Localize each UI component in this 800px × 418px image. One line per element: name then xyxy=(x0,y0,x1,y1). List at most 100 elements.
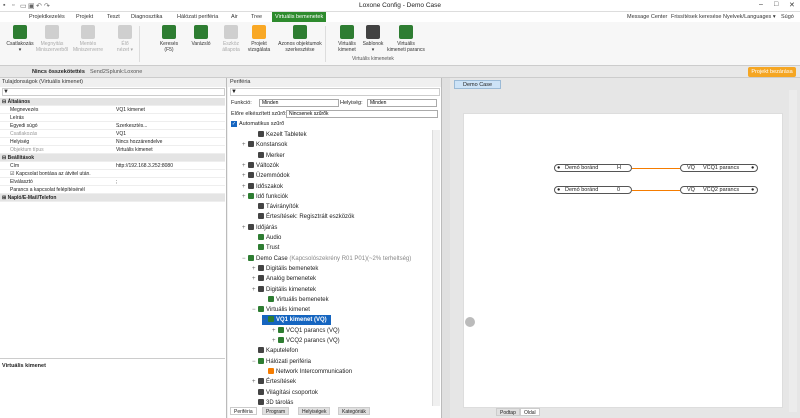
property-row[interactable]: Cím http://192.168.3.252:8080 xyxy=(0,162,225,170)
tree-item[interactable]: Világítási csoportok xyxy=(252,388,318,398)
tab-projektkezeles[interactable]: Projektkezelés xyxy=(26,12,68,22)
ribbon-tabs: Projektkezelés Projekt Teszt Diagnosztik… xyxy=(0,12,800,22)
canvas-marker[interactable] xyxy=(465,317,475,327)
language-menu[interactable]: Nyelvek/Languages ▾ xyxy=(720,12,779,22)
tree-item[interactable]: + Változók xyxy=(242,161,279,171)
input-block[interactable]: ● Demó boránd H xyxy=(554,164,632,172)
tree-item-label: Audio xyxy=(266,235,282,241)
tree-item[interactable]: + Üzemmódok xyxy=(242,171,290,181)
tree-item[interactable]: − Virtuális kimenet xyxy=(252,305,310,315)
property-section[interactable]: ⊞ Napló/E-Mail/Telefon xyxy=(0,194,225,202)
updates-link[interactable]: Frissítések keresése xyxy=(668,12,724,22)
property-row[interactable]: Leírás xyxy=(0,114,225,122)
tree-scrollbar[interactable] xyxy=(432,130,440,406)
tree-item[interactable]: + Analóg bemenetek xyxy=(252,274,316,284)
ribbon-button-sublabel: kimeneti parancs xyxy=(387,47,425,53)
tab-teszt[interactable]: Teszt xyxy=(104,12,123,22)
tree-item[interactable]: Távirányítók xyxy=(252,202,299,212)
property-row[interactable]: Elválasztó; xyxy=(0,178,225,186)
property-section[interactable]: ⊟ Beállítások xyxy=(0,154,225,162)
program-page-tab[interactable]: Podtap xyxy=(496,408,520,416)
input-block[interactable]: ● Demó boránd 0 xyxy=(554,186,632,194)
tree-node-icon xyxy=(258,378,264,385)
maximize-icon[interactable]: □ xyxy=(774,1,778,8)
tree-item[interactable]: + Időszakok xyxy=(242,182,283,192)
tree-item[interactable]: + Digitális kimenetek xyxy=(252,285,316,295)
tree-item[interactable]: Kezelt Tabletek xyxy=(252,130,307,140)
splitter[interactable] xyxy=(442,78,450,418)
program-scrollbar[interactable] xyxy=(789,90,797,412)
minimize-icon[interactable]: – xyxy=(759,1,763,8)
tree-item[interactable]: Trust xyxy=(252,243,279,253)
tab-virtualis-bemenetek[interactable]: Virtuális bemenetek xyxy=(272,12,327,22)
funkcio-select[interactable] xyxy=(259,99,339,107)
property-key: Csatlakozás xyxy=(10,131,38,137)
bottom-tab[interactable]: Helyiségek xyxy=(298,407,331,415)
output-block[interactable]: VQ VCQ2 parancs ● xyxy=(680,186,758,194)
tree-item[interactable]: + Időjárás xyxy=(242,223,277,233)
property-row[interactable]: Helyiség Nincs hozzárendelve xyxy=(0,138,225,146)
helyiseg-label: Helyiség: xyxy=(340,100,363,106)
divider xyxy=(0,358,225,359)
property-row[interactable]: Megnevezés VQ1 kimenet xyxy=(0,106,225,114)
tree-item[interactable]: + VCQ2 parancs (VQ) xyxy=(272,336,340,346)
property-row[interactable]: Parancs a kapcsolat felépítésénél xyxy=(0,186,225,194)
tree-item[interactable]: Audio xyxy=(252,233,281,243)
help-menu[interactable]: Súgó xyxy=(778,12,797,22)
ribbon-button[interactable]: Mentés Miniszerverre xyxy=(71,24,105,62)
program-tab[interactable]: Demo Case xyxy=(454,80,502,89)
block-type: VQ xyxy=(687,165,695,171)
tab-tree[interactable]: Tree xyxy=(248,12,265,22)
helyiseg-select[interactable] xyxy=(367,99,437,107)
ribbon-button[interactable]: Varázsló xyxy=(184,24,218,62)
tab-air[interactable]: Air xyxy=(228,12,241,22)
close-project-button[interactable]: Projekt bezárása xyxy=(748,67,796,77)
prefilter-select[interactable] xyxy=(286,110,438,118)
program-canvas[interactable]: ● Demó boránd H VQ VCQ1 parancs ● ● Demó boránd… xyxy=(463,113,783,408)
property-value: VQ1 xyxy=(116,131,127,137)
program-page-tab[interactable]: Oldal xyxy=(520,408,540,416)
ribbon-button[interactable]: Megnyitás Miniszerverből xyxy=(35,24,69,62)
bottom-tab[interactable]: Periféria xyxy=(230,407,257,415)
project-link[interactable]: Send2Splunk:Loxone xyxy=(90,69,142,75)
tree-item[interactable]: − Hálózati periféria xyxy=(252,357,311,367)
ribbon-button[interactable]: Projekt vizsgálata xyxy=(242,24,276,62)
tree-node-icon xyxy=(268,367,274,374)
tree-item[interactable]: Kaputelefon xyxy=(252,346,298,356)
periphery-filter[interactable]: ▼ xyxy=(230,88,440,96)
tree-item[interactable]: + Értesítések xyxy=(252,377,296,387)
output-block[interactable]: VQ VCQ1 parancs ● xyxy=(680,164,758,172)
bottom-tab[interactable]: Program xyxy=(262,407,290,415)
ribbon-button[interactable]: Keresés (F5) xyxy=(152,24,186,62)
auto-filter-checkbox[interactable]: ✓ xyxy=(231,121,237,127)
ribbon-button-sublabel: nézet ▾ xyxy=(116,47,134,53)
tree-item-label: Értesítések xyxy=(266,379,297,386)
message-center-link[interactable]: Message Center xyxy=(624,12,670,22)
tree-item[interactable]: − VQ1 kimenet (VQ) xyxy=(262,315,331,326)
properties-filter[interactable]: ▼ xyxy=(2,88,225,96)
property-row[interactable]: ☑ Kapcsolat bontása az átvitel után. xyxy=(0,170,225,178)
ribbon-button[interactable]: Élő nézet ▾ xyxy=(108,24,142,62)
tree-item[interactable]: + VCQ1 parancs (VQ) xyxy=(272,326,340,336)
bottom-tab[interactable]: Kategóriák xyxy=(338,407,370,415)
tab-halozati-periferia[interactable]: Hálózati periféria xyxy=(174,12,221,22)
property-row[interactable]: Egyedi súgó Szerkesztés... xyxy=(0,122,225,130)
tree-item[interactable]: − Demo Case (Kapcsolószekrény R01 P01)(~2… xyxy=(242,254,411,264)
ribbon-button[interactable]: Azonos objektumok szerkesztése xyxy=(274,24,326,62)
tree-node-icon xyxy=(258,285,264,292)
tree-item[interactable]: + Idő funkciók xyxy=(242,192,288,202)
tree-item[interactable]: Network Intercommunication xyxy=(262,367,352,377)
tab-diagnosztika[interactable]: Diagnosztika xyxy=(128,12,166,22)
tree-item[interactable]: + Digitális bemenetek xyxy=(252,264,318,274)
tree-item[interactable]: Virtuális bemenetek xyxy=(262,295,329,305)
close-icon[interactable]: ✕ xyxy=(789,1,795,9)
property-row[interactable]: Objektum típus Virtuális kimenet xyxy=(0,146,225,154)
tab-projekt[interactable]: Projekt xyxy=(73,12,96,22)
ribbon-button[interactable]: Csatlakozás ▾ xyxy=(3,24,37,62)
property-row[interactable]: Csatlakozás VQ1 xyxy=(0,130,225,138)
property-section[interactable]: ⊟ Általános xyxy=(0,98,225,106)
tree-item[interactable]: Értesítések: Regisztrált eszközök xyxy=(252,212,354,222)
tree-item[interactable]: Merker xyxy=(252,151,285,161)
tree-item[interactable]: + Konstansok xyxy=(242,140,287,150)
tree-node-icon xyxy=(268,316,274,323)
